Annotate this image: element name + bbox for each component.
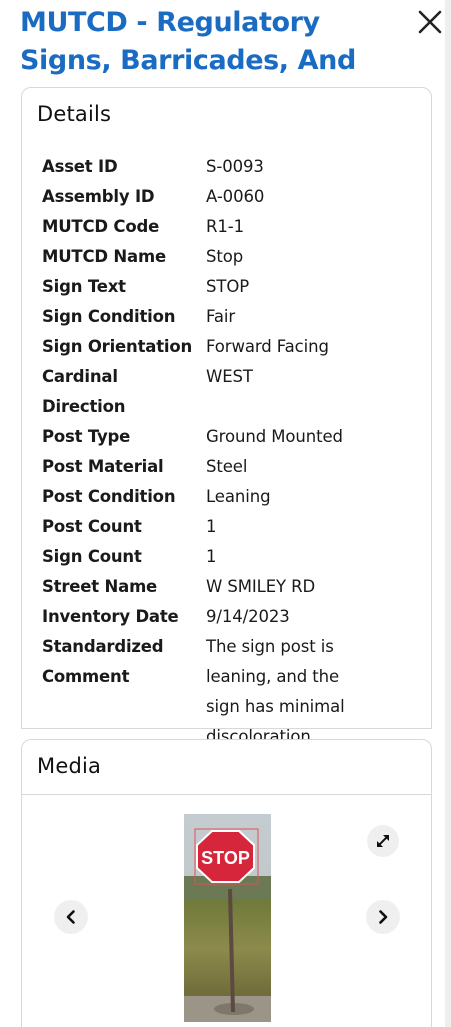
detail-label: Post Material <box>42 457 164 476</box>
divider <box>22 794 431 795</box>
detail-row-sign-condition: Sign Condition Fair <box>42 302 422 332</box>
detail-value: W SMILEY RD <box>206 577 316 596</box>
sign-photo[interactable]: STOP <box>184 814 271 1022</box>
detail-row-cardinal-direction: Cardinal Direction WEST <box>42 362 422 422</box>
detail-label: Cardinal Direction <box>42 367 126 416</box>
detail-row-post-count: Post Count 1 <box>42 512 422 542</box>
detail-value: Fair <box>206 307 236 326</box>
detail-row-sign-count: Sign Count 1 <box>42 542 422 572</box>
detail-row-sign-orientation: Sign Orientation Forward Facing <box>42 332 422 362</box>
stop-sign-text: STOP <box>201 848 250 868</box>
detail-value: Ground Mounted <box>206 427 343 446</box>
sign-photo-image: STOP <box>184 814 271 1022</box>
detail-value: Stop <box>206 247 244 266</box>
detail-label: MUTCD Name <box>42 247 166 266</box>
asset-detail-panel: MUTCD - Regulatory Signs, Barricades, An… <box>0 0 451 1027</box>
detail-label: Sign Count <box>42 547 142 566</box>
detail-row-post-material: Post Material Steel <box>42 452 422 482</box>
chevron-right-icon <box>379 910 388 924</box>
detail-label: Sign Orientation <box>42 337 193 356</box>
detail-value: 1 <box>206 547 217 566</box>
detail-row-street-name: Street Name W SMILEY RD <box>42 572 422 602</box>
detail-label: Post Condition <box>42 487 176 506</box>
detail-value: Leaning <box>206 487 271 506</box>
detail-label: Inventory Date <box>42 607 179 626</box>
detail-label: Asset ID <box>42 157 118 176</box>
details-heading: Details <box>37 102 112 126</box>
detail-value: Steel <box>206 457 248 476</box>
detail-label: Assembly ID <box>42 187 155 206</box>
detail-label: Post Type <box>42 427 131 446</box>
scrollbar[interactable] <box>445 0 451 1027</box>
media-heading: Media <box>37 754 102 778</box>
detail-list: Asset ID S-0093 Assembly ID A-0060 MUTCD… <box>42 152 422 752</box>
detail-label: Street Name <box>42 577 158 596</box>
detail-label: Post Count <box>42 517 142 536</box>
detail-row-post-condition: Post Condition Leaning <box>42 482 422 512</box>
chevron-left-icon <box>66 910 75 924</box>
detail-label: Sign Text <box>42 277 126 296</box>
detail-label: Sign Condition <box>42 307 176 326</box>
expand-button[interactable] <box>367 825 399 857</box>
detail-value: 9/14/2023 <box>206 607 290 626</box>
previous-media-button[interactable] <box>54 900 88 934</box>
detail-value: Forward Facing <box>206 337 329 356</box>
detail-value: STOP <box>206 277 250 296</box>
detail-value: R1-1 <box>206 217 245 236</box>
detail-value: A-0060 <box>206 187 265 206</box>
next-media-button[interactable] <box>366 900 400 934</box>
detail-value: WEST <box>206 367 253 386</box>
detail-value: S-0093 <box>206 157 264 176</box>
detail-row-mutcd-code: MUTCD Code R1-1 <box>42 212 422 242</box>
detail-row-sign-text: Sign Text STOP <box>42 272 422 302</box>
detail-label: Standardized Comment <box>42 637 164 686</box>
detail-row-asset-id: Asset ID S-0093 <box>42 152 422 182</box>
close-button[interactable] <box>416 8 444 36</box>
expand-icon <box>377 835 389 847</box>
media-card: Media STOP <box>21 739 432 1027</box>
detail-row-post-type: Post Type Ground Mounted <box>42 422 422 452</box>
detail-row-standardized-comment: Standardized Comment The sign post is le… <box>42 632 422 752</box>
detail-row-mutcd-name: MUTCD Name Stop <box>42 242 422 272</box>
close-icon <box>418 10 442 34</box>
detail-value: The sign post is leaning, and the sign h… <box>206 637 345 746</box>
details-card: Details Asset ID S-0093 Assembly ID A-00… <box>21 87 432 746</box>
detail-label: MUTCD Code <box>42 217 160 236</box>
detail-row-assembly-id: Assembly ID A-0060 <box>42 182 422 212</box>
detail-row-inventory-date: Inventory Date 9/14/2023 <box>42 602 422 632</box>
detail-value: 1 <box>206 517 217 536</box>
